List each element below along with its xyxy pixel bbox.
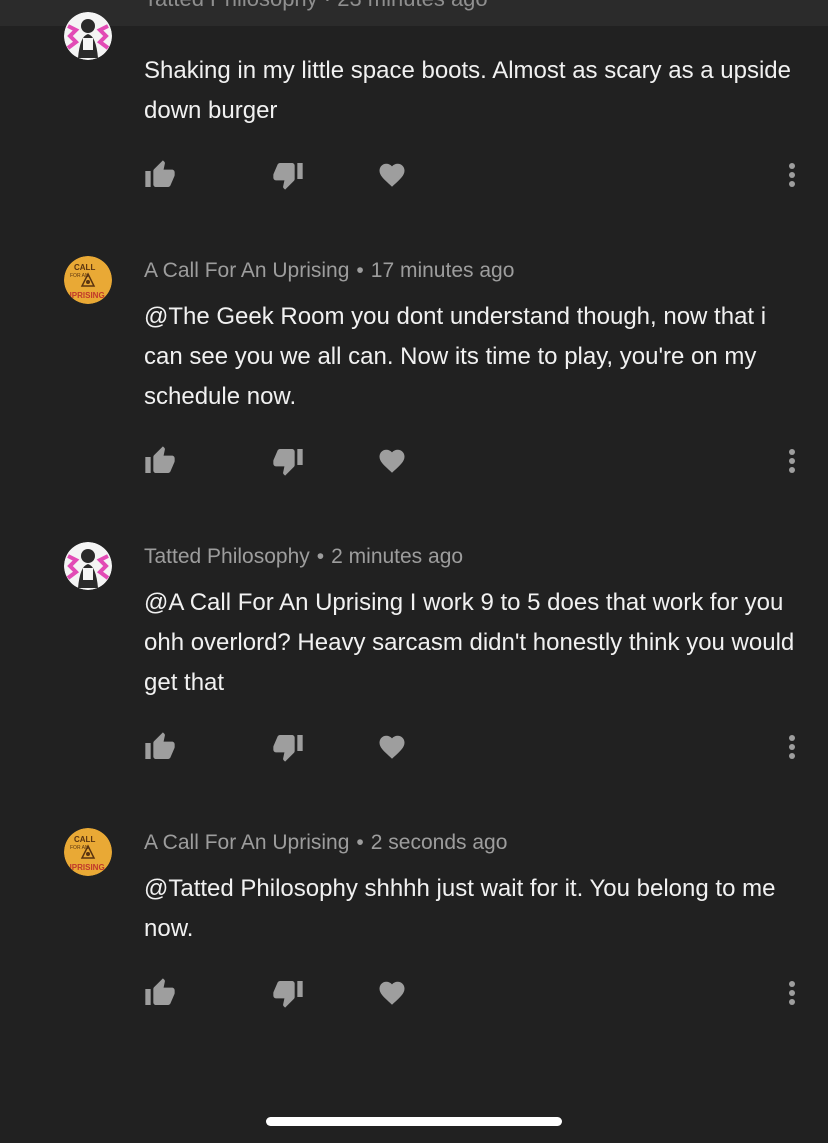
comment-author[interactable]: Tatted Philosophy: [144, 545, 310, 568]
comment-actions: [0, 155, 828, 195]
avatar[interactable]: CALL FOR AN UPRISING: [64, 828, 112, 876]
dislike-button[interactable]: [268, 973, 308, 1013]
thumbs-down-icon: [273, 735, 303, 762]
dislike-button[interactable]: [268, 155, 308, 195]
meta-separator: •: [356, 831, 364, 854]
comment-text: Shaking in my little space boots. Almost…: [144, 57, 791, 124]
comment-author[interactable]: A Call For An Uprising: [144, 259, 349, 282]
like-button[interactable]: [140, 155, 180, 195]
comment-text: @The Geek Room you dont understand thoug…: [144, 303, 767, 410]
like-button[interactable]: [140, 973, 180, 1013]
comment-text: @A Call For An Uprising I work 9 to 5 do…: [144, 589, 795, 696]
more-vert-icon: [789, 449, 795, 473]
more-options-button[interactable]: [776, 155, 808, 195]
heart-icon: [379, 163, 405, 187]
like-button[interactable]: [140, 727, 180, 767]
svg-text:CALL: CALL: [74, 263, 95, 272]
home-indicator[interactable]: [266, 1117, 562, 1126]
more-options-button[interactable]: [776, 441, 808, 481]
thumbs-up-icon: [145, 446, 175, 473]
avatar[interactable]: [64, 12, 112, 60]
more-vert-icon: [789, 163, 795, 187]
avatar[interactable]: [64, 542, 112, 590]
more-vert-icon: [789, 981, 795, 1005]
thumbs-up-icon: [145, 732, 175, 759]
dislike-button[interactable]: [268, 727, 308, 767]
meta-separator: •: [356, 259, 364, 282]
thumbs-down-icon: [273, 981, 303, 1008]
thumbs-down-icon: [273, 163, 303, 190]
comment-actions: [0, 441, 828, 481]
thumbs-up-icon: [145, 160, 175, 187]
thumbs-up-icon: [145, 978, 175, 1005]
dislike-button[interactable]: [268, 441, 308, 481]
more-vert-icon: [789, 735, 795, 759]
call-for-uprising-avatar-image: CALL FOR AN UPRISING: [64, 256, 112, 304]
comment-time: 2 seconds ago: [370, 831, 508, 854]
like-button[interactable]: [140, 441, 180, 481]
call-for-uprising-avatar-image: CALL FOR AN UPRISING: [64, 828, 112, 876]
svg-text:UPRISING: UPRISING: [66, 863, 105, 872]
more-options-button[interactable]: [776, 727, 808, 767]
heart-button[interactable]: [372, 727, 412, 767]
comment-meta: A Call For An Uprising • 2 seconds ago: [144, 831, 507, 855]
comment-author[interactable]: A Call For An Uprising: [144, 831, 349, 854]
comment-text: @Tatted Philosophy shhhh just wait for i…: [144, 875, 776, 942]
svg-text:CALL: CALL: [74, 835, 95, 844]
top-bar: Tatted Philosophy · 23 minutes ago: [0, 0, 828, 26]
tatted-philosophy-avatar-image: [64, 542, 112, 590]
heart-button[interactable]: [372, 441, 412, 481]
comment-meta: Tatted Philosophy • 2 minutes ago: [144, 545, 463, 569]
heart-icon: [379, 981, 405, 1005]
heart-button[interactable]: [372, 973, 412, 1013]
avatar[interactable]: CALL FOR AN UPRISING: [64, 256, 112, 304]
comment-actions: [0, 973, 828, 1013]
heart-icon: [379, 735, 405, 759]
svg-text:UPRISING: UPRISING: [66, 291, 105, 300]
comment-time: 17 minutes ago: [370, 259, 515, 282]
more-options-button[interactable]: [776, 973, 808, 1013]
comment-time: 2 minutes ago: [331, 545, 464, 568]
cut-off-comment-meta: Tatted Philosophy · 23 minutes ago: [144, 0, 488, 12]
heart-icon: [379, 449, 405, 473]
heart-button[interactable]: [372, 155, 412, 195]
comment-actions: [0, 727, 828, 767]
comment-meta: A Call For An Uprising • 17 minutes ago: [144, 259, 514, 283]
thumbs-down-icon: [273, 449, 303, 476]
tatted-philosophy-avatar-image: [64, 12, 112, 60]
meta-separator: •: [316, 545, 325, 568]
